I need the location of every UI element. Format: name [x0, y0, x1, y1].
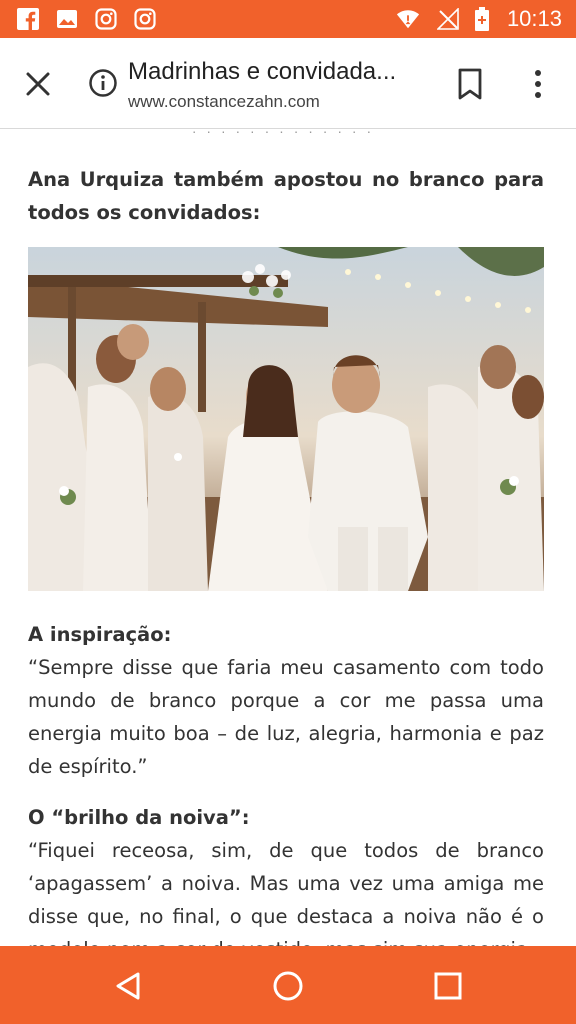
bookmark-icon[interactable]	[456, 68, 484, 100]
section2-text: “Fiquei receosa, sim, de que todos de br…	[28, 839, 544, 946]
facebook-icon	[16, 7, 40, 31]
section1-text: “Sempre disse que faria meu casamento co…	[28, 656, 544, 778]
info-icon[interactable]	[88, 68, 118, 98]
status-bar: 10:13	[0, 0, 576, 38]
article-content[interactable]: · · · · · · · · · · · · · Ana Urquiza ta…	[0, 129, 576, 946]
instagram-icon	[133, 7, 157, 31]
navigation-bar	[0, 946, 576, 1024]
no-signal-icon	[436, 7, 460, 31]
instagram-icon	[94, 7, 118, 31]
browser-toolbar: Madrinhas e convidada... www.constanceza…	[0, 38, 576, 129]
back-icon[interactable]	[110, 968, 146, 1004]
close-icon[interactable]	[22, 68, 54, 100]
separator-dots: · · · · · · · · · · · · ·	[191, 129, 375, 139]
page-title: Madrinhas e convidada...	[128, 58, 397, 85]
more-options-icon[interactable]	[528, 68, 548, 100]
gallery-icon	[55, 7, 79, 31]
clock: 10:13	[506, 6, 562, 31]
section2-heading: O “brilho da noiva”:	[28, 806, 250, 829]
page-url: www.constancezahn.com	[128, 92, 320, 111]
home-icon[interactable]	[270, 968, 306, 1004]
section1-heading: A inspiração:	[28, 623, 172, 646]
wifi-icon	[396, 7, 420, 31]
intro-text: Ana Urquiza também apostou no branco par…	[28, 168, 544, 224]
recents-icon[interactable]	[430, 968, 466, 1004]
battery-icon	[470, 7, 494, 31]
wedding-photo	[28, 247, 544, 591]
